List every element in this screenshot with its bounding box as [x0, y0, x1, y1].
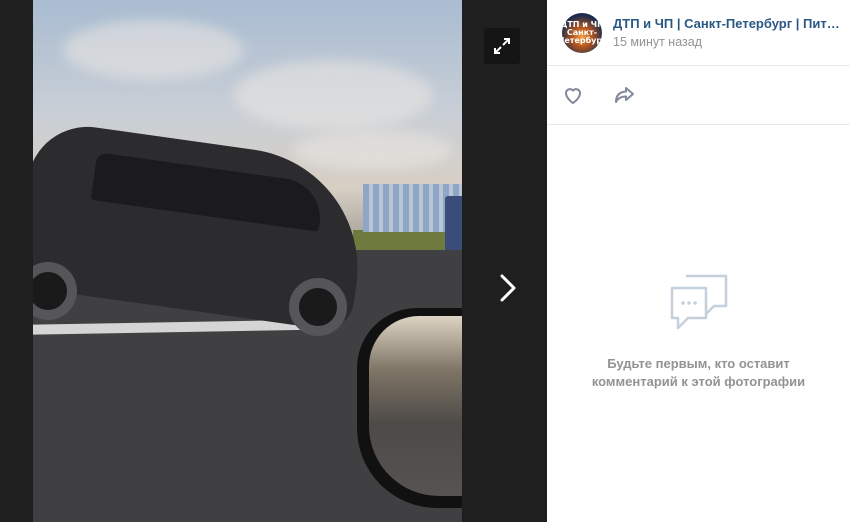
avatar-text: ДТП и ЧПСанкт-Петербург [562, 19, 602, 45]
empty-comments-line1: Будьте первым, кто оставит [607, 356, 790, 371]
avatar[interactable]: ДТП и ЧПСанкт-Петербург [562, 12, 602, 53]
fullscreen-button[interactable] [484, 28, 520, 64]
share-arrow-icon[interactable] [613, 83, 637, 107]
empty-comments-line2: комментарий к этой фотографии [591, 374, 806, 389]
photo-viewer [0, 0, 547, 522]
comment-bubble-icon [670, 274, 727, 330]
comments-empty-state: Будьте первым, кто оставит комментарий к… [547, 270, 850, 391]
post-time[interactable]: 15 минут назад [613, 35, 843, 49]
heart-icon[interactable] [561, 83, 585, 107]
group-name-link[interactable]: ДТП и ЧП | Санкт-Петербург | Питер онлай… [613, 16, 843, 31]
post-header: ДТП и ЧПСанкт-Петербург ДТП и ЧП | Санкт… [547, 0, 850, 66]
post-photo[interactable] [33, 0, 462, 522]
info-panel: ДТП и ЧПСанкт-Петербург ДТП и ЧП | Санкт… [547, 0, 850, 522]
chevron-right-icon [500, 274, 516, 302]
expand-icon [494, 38, 510, 54]
post-actions [547, 66, 850, 125]
next-photo-button[interactable] [488, 262, 528, 314]
